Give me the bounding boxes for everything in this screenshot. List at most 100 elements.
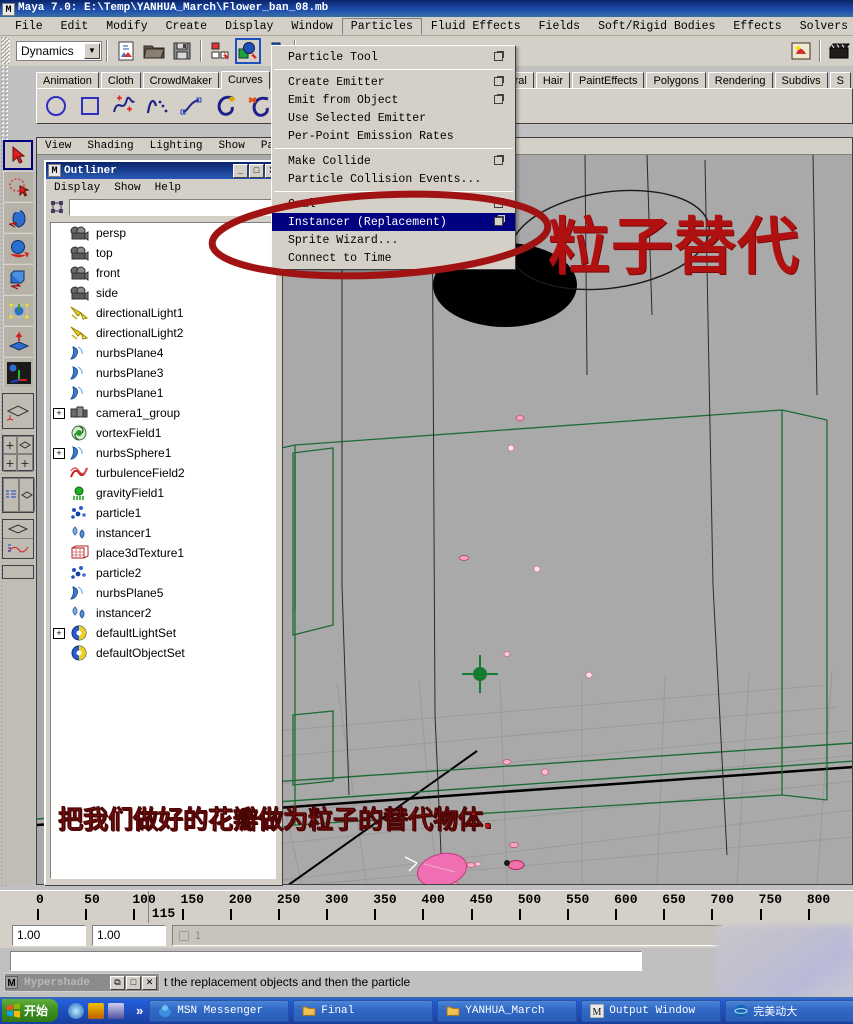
pencil-curve-icon[interactable] — [175, 90, 208, 122]
select-by-hierarchy-button[interactable] — [207, 38, 233, 64]
menu-item-display[interactable]: Display — [216, 18, 282, 35]
restore-button[interactable]: ⧉ — [110, 975, 125, 990]
shelf-tab-s[interactable]: S — [829, 72, 851, 89]
range-end-field[interactable]: 1.00 — [92, 925, 166, 946]
layout-quad-bottom-right[interactable]: + — [17, 454, 33, 472]
viewport-menu-lighting[interactable]: Lighting — [150, 140, 203, 152]
overflow-chevron-icon[interactable]: » — [130, 1003, 149, 1018]
layout-quad-top-left[interactable]: + — [3, 436, 17, 454]
menu-item-fluid-effects[interactable]: Fluid Effects — [422, 18, 530, 35]
playblast-button[interactable] — [826, 38, 852, 64]
outliner-item-side[interactable]: side — [51, 283, 275, 303]
select-tool[interactable] — [3, 140, 33, 170]
expand-icon[interactable]: + — [53, 407, 65, 419]
taskbar-button-yanhua_march[interactable]: YANHUA_March — [437, 999, 578, 1022]
shelf-tab-curves[interactable]: Curves — [220, 71, 270, 89]
scale-tool[interactable] — [3, 264, 33, 294]
command-line-input[interactable] — [10, 951, 642, 971]
outliner-item-list[interactable]: persp top front side directionalLight1 direct… — [50, 222, 276, 879]
taskbar-button-msn-messenger[interactable]: MSN Messenger — [149, 999, 290, 1022]
outliner-item-nurbsPlane3[interactable]: nurbsPlane3 — [51, 363, 275, 383]
shelf-tab-animation[interactable]: Animation — [36, 72, 99, 89]
maximize-button[interactable]: □ — [126, 975, 141, 990]
outliner-pane-icon[interactable] — [3, 478, 19, 512]
particles-menu-item-connect-to-time[interactable]: Connect to Time — [272, 249, 515, 267]
ie-icon[interactable] — [68, 1002, 85, 1019]
shelf-tab-polygons[interactable]: Polygons — [646, 72, 706, 89]
outliner-item-defaultLightSet[interactable]: + defaultLightSet — [51, 623, 275, 643]
outliner-menu-display[interactable]: Display — [54, 182, 100, 194]
particles-menu-item-per-point-emission-rates[interactable]: Per-Point Emission Rates — [272, 127, 515, 145]
chevron-down-icon[interactable]: ▼ — [84, 43, 100, 59]
outliner-item-directionalLight1[interactable]: directionalLight1 — [51, 303, 275, 323]
new-scene-button[interactable] — [113, 38, 139, 64]
layout-single-perspective[interactable] — [2, 393, 34, 429]
minimize-button[interactable]: _ — [233, 163, 248, 178]
select-by-object-type-button[interactable] — [235, 38, 261, 64]
outliner-item-front[interactable]: front — [51, 263, 275, 283]
particles-menu-item-goal[interactable]: Goal — [272, 195, 515, 213]
particles-menu-item-use-selected-emitter[interactable]: Use Selected Emitter — [272, 109, 515, 127]
particles-menu-item-sprite-wizard[interactable]: Sprite Wizard... — [272, 231, 515, 249]
menu-item-edit[interactable]: Edit — [52, 18, 98, 35]
time-slider[interactable]: 0 50 100 150 200 250 300 350 400 450 500 550 600 650 7… — [0, 890, 853, 924]
show-manipulator-tool[interactable] — [3, 357, 33, 387]
outliner-item-top[interactable]: top — [51, 243, 275, 263]
shelf-tab-painteffects[interactable]: PaintEffects — [571, 72, 645, 89]
persp-pane-icon[interactable] — [19, 478, 35, 512]
outliner-search-input[interactable] — [69, 198, 278, 216]
outliner-item-nurbsPlane4[interactable]: nurbsPlane4 — [51, 343, 275, 363]
shelf-tab-rendering[interactable]: Rendering — [707, 72, 773, 89]
persp-graph-top[interactable] — [3, 520, 33, 539]
universal-manipulator-tool[interactable] — [3, 295, 33, 325]
viewport-menu-show[interactable]: Show — [218, 140, 244, 152]
shelf-tab-cloth[interactable]: Cloth — [100, 72, 141, 89]
outliner-menu-show[interactable]: Show — [114, 182, 140, 194]
viewport-menu-view[interactable]: View — [45, 140, 71, 152]
particles-menu-item-make-collide[interactable]: Make Collide — [272, 152, 515, 170]
taskbar-button-output-window[interactable]: M Output Window — [581, 999, 722, 1022]
menu-item-create[interactable]: Create — [157, 18, 216, 35]
menu-item-modify[interactable]: Modify — [97, 18, 156, 35]
menu-item-particles[interactable]: Particles — [341, 17, 422, 35]
save-scene-button[interactable] — [169, 38, 195, 64]
shelf-tab-hair[interactable]: Hair — [535, 72, 570, 89]
current-time-indicator[interactable] — [147, 891, 149, 924]
shelf-tab-subdivs[interactable]: Subdivs — [774, 72, 828, 89]
rotate-tool[interactable] — [3, 233, 33, 263]
menu-item-effects[interactable]: Effects — [724, 18, 790, 35]
app-icon[interactable] — [108, 1002, 125, 1019]
menu-item-window[interactable]: Window — [282, 18, 341, 35]
particles-menu-item-create-emitter[interactable]: Create Emitter — [272, 73, 515, 91]
option-box-icon[interactable] — [494, 217, 503, 226]
cv-curve-icon[interactable] — [107, 90, 140, 122]
layout-quad-top-right[interactable] — [17, 436, 33, 454]
playback-handle-icon[interactable] — [179, 930, 189, 941]
outliner-item-particle1[interactable]: particle1 — [51, 503, 275, 523]
outliner-item-turbulenceField2[interactable]: turbulenceField2 — [51, 463, 275, 483]
circle-icon[interactable] — [39, 90, 72, 122]
menu-item-file[interactable]: File — [6, 18, 52, 35]
soft-modification-tool[interactable] — [3, 326, 33, 356]
particles-menu-item-particle-collision-events[interactable]: Particle Collision Events... — [272, 170, 515, 188]
outliner-item-directionalLight2[interactable]: directionalLight2 — [51, 323, 275, 343]
particles-menu-item-emit-from-object[interactable]: Emit from Object — [272, 91, 515, 109]
viewport-menu-shading[interactable]: Shading — [87, 140, 133, 152]
hypershade-window-minimized[interactable]: M Hypershade ⧉ □ ✕ — [4, 973, 160, 992]
lasso-select-tool[interactable] — [3, 171, 33, 201]
layout-four-view[interactable]: + + + — [2, 435, 34, 472]
taskbar-button-final[interactable]: Final — [293, 999, 434, 1022]
shelf-tab-crowdmaker[interactable]: CrowdMaker — [142, 72, 219, 89]
outliner-item-persp[interactable]: persp — [51, 223, 275, 243]
render-button[interactable] — [788, 38, 814, 64]
outliner-item-instancer2[interactable]: instancer2 — [51, 603, 275, 623]
particles-menu-item-particle-tool[interactable]: Particle Tool — [272, 48, 515, 66]
outliner-menu-help[interactable]: Help — [155, 182, 181, 194]
outliner-item-defaultObjectSet[interactable]: defaultObjectSet — [51, 643, 275, 663]
close-button[interactable]: ✕ — [142, 975, 157, 990]
option-box-icon[interactable] — [494, 156, 503, 165]
layout-quad-bottom-left[interactable]: + — [3, 454, 17, 472]
outliner-item-camera1_group[interactable]: + camera1_group — [51, 403, 275, 423]
playback-range-bar[interactable]: 1 — [172, 925, 723, 946]
move-tool[interactable] — [3, 202, 33, 232]
